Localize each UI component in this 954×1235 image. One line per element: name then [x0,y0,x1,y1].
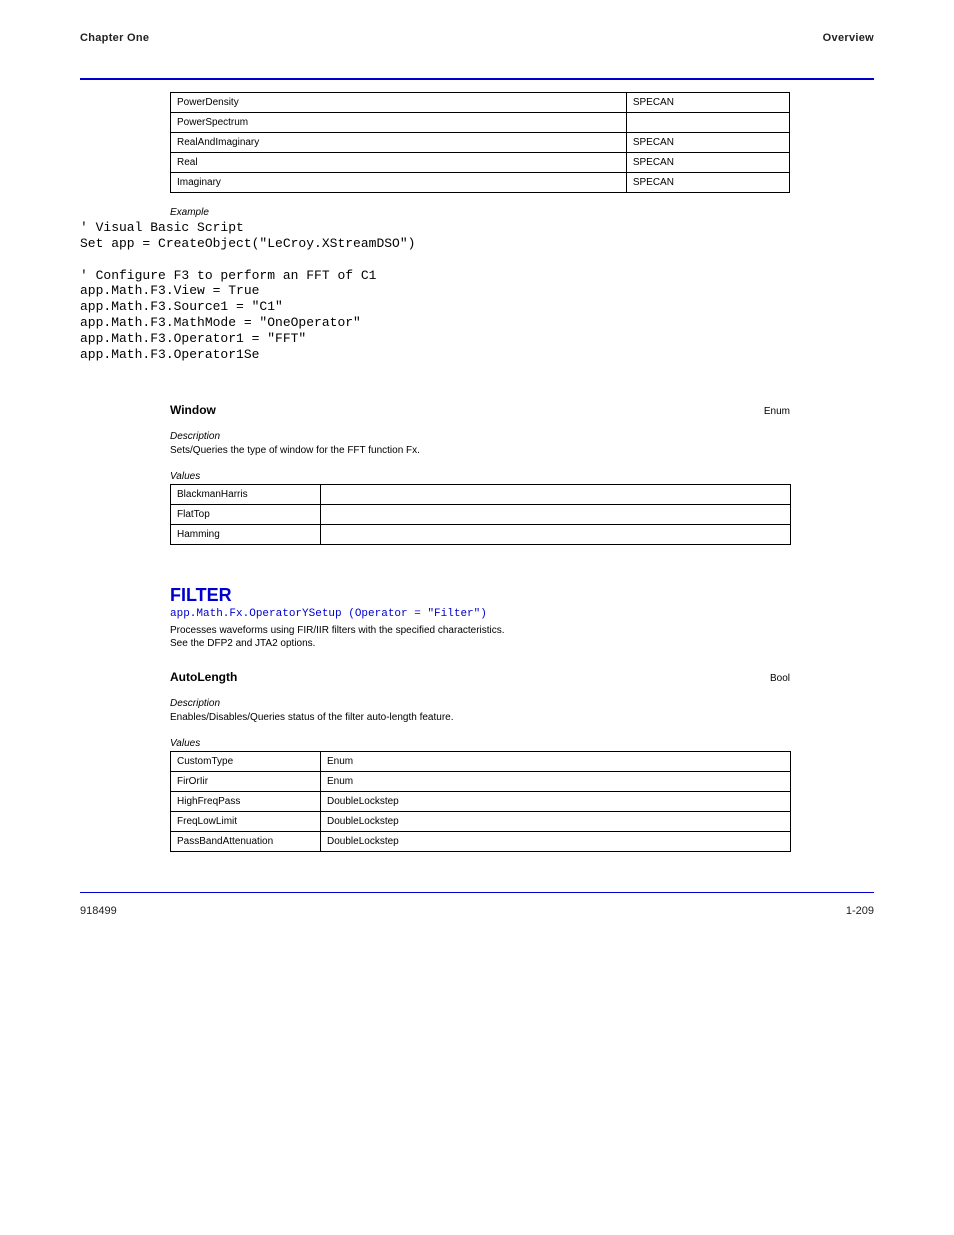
table-cell: PowerSpectrum [171,113,627,133]
table-row: HighFreqPassDoubleLockstep [171,791,791,811]
table-cell: DoubleLockstep [321,831,791,851]
table-cell: FlatTop [171,504,321,524]
filter-title: FILTER [170,585,874,606]
table-cell: Enum [321,751,791,771]
example-label: Example [170,207,874,218]
values-label-2: Values [170,738,874,749]
table-cell: Real [171,153,627,173]
top-rule [80,78,874,80]
table-row: ImaginarySPECAN [171,173,790,193]
bottom-rule [80,892,874,893]
table-cell: PassBandAttenuation [171,831,321,851]
table-row: FreqLowLimitDoubleLockstep [171,811,791,831]
table-row: FlatTop [171,504,791,524]
table-cell: SPECAN [626,153,789,173]
table-cell: DoubleLockstep [321,811,791,831]
desc-text: Sets/Queries the type of window for the … [170,444,790,457]
table-cell: PowerDensity [171,93,627,113]
table-cell: Enum [321,771,791,791]
table-cell: CustomType [171,751,321,771]
table-cell: FirOrIir [171,771,321,791]
member2-type: Bool [770,673,790,684]
table-cell [321,524,791,544]
table-row: RealSPECAN [171,153,790,173]
table-cell: SPECAN [626,93,789,113]
table-cell: HighFreqPass [171,791,321,811]
table-row: FirOrIirEnum [171,771,791,791]
desc-label: Description [170,431,874,442]
values-label: Values [170,471,874,482]
filter-desc: Processes waveforms using FIR/IIR filter… [170,624,790,650]
desc-label-2: Description [170,698,874,709]
window-values-table: BlackmanHarrisFlatTopHamming [170,484,791,545]
filter-path: app.Math.Fx.OperatorYSetup (Operator = "… [170,608,874,620]
table-cell: RealAndImaginary [171,133,627,153]
member-name: Window [170,403,216,417]
chapter-sub: Overview [823,32,874,44]
autolength-values-table: CustomTypeEnumFirOrIirEnumHighFreqPassDo… [170,751,791,852]
table-cell: SPECAN [626,133,789,153]
table-row: CustomTypeEnum [171,751,791,771]
member-window-row: Window Enum [170,403,790,417]
code-block: ' Visual Basic Script Set app = CreateOb… [80,220,874,363]
table-row: PowerDensitySPECAN [171,93,790,113]
table-cell: SPECAN [626,173,789,193]
chapter: Chapter One [80,32,149,44]
footer-left: 918499 [80,905,117,917]
table-cell: BlackmanHarris [171,484,321,504]
table-cell [626,113,789,133]
table-cell: FreqLowLimit [171,811,321,831]
table-row: PassBandAttenuationDoubleLockstep [171,831,791,851]
member-autolength-row: AutoLength Bool [170,670,790,684]
member-type: Enum [764,406,790,417]
table-cell [321,484,791,504]
enum-table: PowerDensitySPECANPowerSpectrumRealAndIm… [170,92,790,193]
table-cell [321,504,791,524]
desc-text-2: Enables/Disables/Queries status of the f… [170,711,790,724]
table-row: Hamming [171,524,791,544]
table-row: BlackmanHarris [171,484,791,504]
table-cell: Hamming [171,524,321,544]
footer-right: 1-209 [846,905,874,917]
table-row: RealAndImaginarySPECAN [171,133,790,153]
table-row: PowerSpectrum [171,113,790,133]
table-cell: Imaginary [171,173,627,193]
member2-name: AutoLength [170,670,237,684]
table-cell: DoubleLockstep [321,791,791,811]
